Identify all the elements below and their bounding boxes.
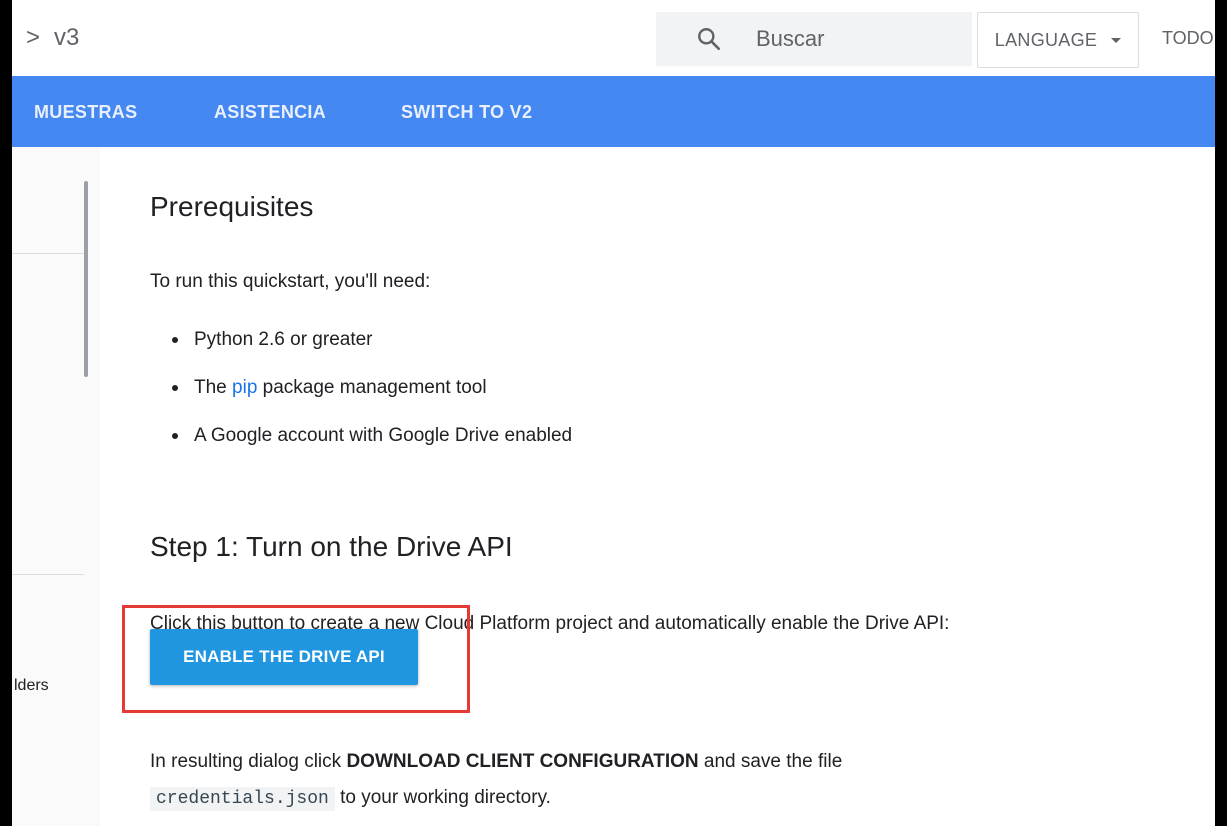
search-box[interactable]: Buscar: [656, 12, 972, 66]
browser-viewport: > v3 Buscar LANGUAGE TODO MUESTRAS ASIST…: [12, 0, 1215, 826]
credentials-filename: credentials.json: [150, 787, 335, 811]
language-dropdown[interactable]: LANGUAGE: [977, 12, 1139, 68]
tab-switch-to-v2[interactable]: SWITCH TO V2: [401, 102, 532, 123]
prerequisites-list: Python 2.6 or greater The pip package ma…: [172, 327, 572, 471]
list-item: The pip package management tool: [172, 375, 572, 423]
enable-drive-api-button[interactable]: ENABLE THE DRIVE API: [150, 629, 418, 685]
left-sidebar: lders: [12, 147, 100, 826]
top-header: > v3 Buscar LANGUAGE TODO: [12, 0, 1215, 76]
pip-link[interactable]: pip: [232, 377, 257, 398]
search-input[interactable]: Buscar: [756, 26, 824, 52]
result-instructions: In resulting dialog click DOWNLOAD CLIEN…: [150, 751, 843, 772]
sidebar-scrollbar[interactable]: [84, 181, 88, 377]
sidebar-divider: [12, 574, 84, 575]
breadcrumb: > v3: [26, 22, 79, 54]
list-item: A Google account with Google Drive enabl…: [172, 423, 572, 471]
overflow-nav-link[interactable]: TODO: [1162, 28, 1214, 49]
prerequisites-intro: To run this quickstart, you'll need:: [150, 271, 431, 292]
caret-down-icon: [1111, 37, 1122, 43]
prerequisites-heading: Prerequisites: [150, 191, 314, 222]
language-label: LANGUAGE: [994, 29, 1098, 50]
sidebar-item-partial[interactable]: lders: [14, 677, 49, 695]
tab-muestras[interactable]: MUESTRAS: [34, 102, 137, 123]
download-config-label: DOWNLOAD CLIENT CONFIGURATION: [346, 751, 699, 772]
file-instructions: credentials.json to your working directo…: [150, 787, 551, 811]
tab-asistencia[interactable]: ASISTENCIA: [214, 102, 326, 123]
chevron-right-icon: >: [26, 24, 41, 51]
step1-heading: Step 1: Turn on the Drive API: [150, 531, 513, 562]
breadcrumb-version-link[interactable]: v3: [54, 24, 79, 52]
search-icon[interactable]: [696, 26, 722, 52]
sidebar-divider: [12, 253, 84, 254]
section-nav-bar: MUESTRAS ASISTENCIA SWITCH TO V2: [12, 76, 1215, 147]
list-item: Python 2.6 or greater: [172, 327, 572, 375]
